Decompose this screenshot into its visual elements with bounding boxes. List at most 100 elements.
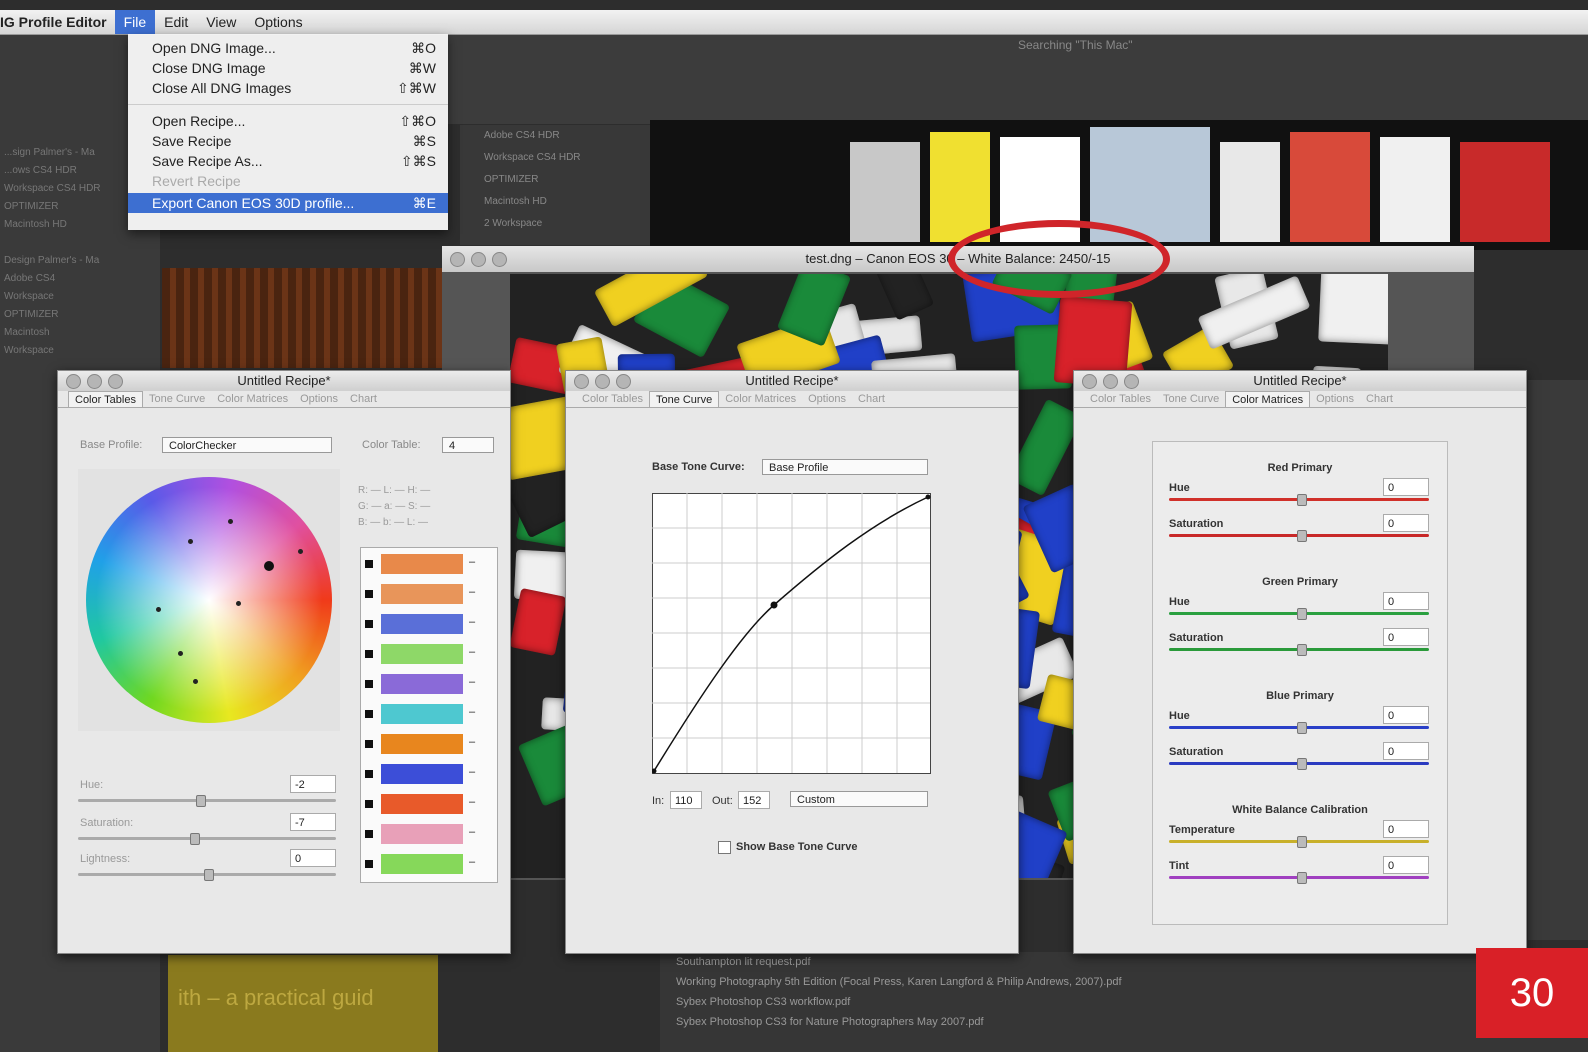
menu-item-close-dng[interactable]: Close DNG Image ⌘W [128,58,448,78]
finder-file-item[interactable]: Adobe CS4 HDR [460,125,650,147]
menu-view[interactable]: View [197,10,245,34]
window-controls[interactable] [574,374,631,389]
color-wheel[interactable] [86,477,332,723]
show-base-curve-checkbox[interactable] [718,841,731,854]
hue-field[interactable]: -2 [290,775,336,793]
zoom-icon[interactable] [1124,374,1139,389]
tab-options[interactable]: Options [1310,391,1360,407]
finder-result-row[interactable]: Sybex Photoshop CS3 for Nature Photograp… [660,1012,1588,1032]
matrix-slider[interactable] [1169,494,1429,506]
window-controls[interactable] [450,252,507,267]
window-controls[interactable] [66,374,123,389]
remove-swatch-icon[interactable]: – [469,736,475,748]
menu-item-open-recipe[interactable]: Open Recipe... ⇧⌘O [128,111,448,131]
swatch-select-icon[interactable] [365,590,373,598]
tab-chart[interactable]: Chart [1360,391,1399,407]
tab-color-tables[interactable]: Color Tables [1084,391,1157,407]
menu-item-open-dng[interactable]: Open DNG Image... ⌘O [128,38,448,58]
swatch-select-icon[interactable] [365,560,373,568]
menu-edit[interactable]: Edit [155,10,197,34]
finder-sidebar-item[interactable]: Macintosh [0,324,160,342]
finder-sidebar-item[interactable]: Design Palmer's - Ma [0,252,160,270]
zoom-icon[interactable] [492,252,507,267]
matrix-slider[interactable] [1169,836,1429,848]
finder-result-row[interactable]: Working Photography 5th Edition (Focal P… [660,972,1588,992]
matrix-slider[interactable] [1169,530,1429,542]
menu-file[interactable]: File [114,10,156,34]
remove-swatch-icon[interactable]: – [469,676,475,688]
close-icon[interactable] [1082,374,1097,389]
lightness-field[interactable]: 0 [290,849,336,867]
finder-file-item[interactable]: OPTIMIZER [460,169,650,191]
base-profile-select[interactable]: ColorChecker [162,437,332,453]
base-tone-curve-select[interactable]: Base Profile [762,459,928,475]
matrix-value-field[interactable]: 0 [1383,628,1429,646]
swatch-select-icon[interactable] [365,710,373,718]
menu-item-export-profile[interactable]: Export Canon EOS 30D profile... ⌘E [128,193,448,213]
swatch-row[interactable]: – [365,614,475,636]
menu-options[interactable]: Options [245,10,311,34]
matrix-slider[interactable] [1169,644,1429,656]
remove-swatch-icon[interactable]: – [469,796,475,808]
remove-swatch-icon[interactable]: – [469,616,475,628]
lightness-slider[interactable] [78,869,336,881]
swatch-select-icon[interactable] [365,860,373,868]
finder-sidebar-item[interactable]: Adobe CS4 [0,270,160,288]
swatch-row[interactable]: – [365,854,475,876]
close-icon[interactable] [450,252,465,267]
tab-tone-curve[interactable]: Tone Curve [648,391,720,407]
tab-options[interactable]: Options [802,391,852,407]
swatch-row[interactable]: – [365,674,475,696]
minimize-icon[interactable] [595,374,610,389]
saturation-slider[interactable] [78,833,336,845]
out-field[interactable]: 152 [738,791,770,809]
remove-swatch-icon[interactable]: – [469,766,475,778]
zoom-icon[interactable] [108,374,123,389]
remove-swatch-icon[interactable]: – [469,706,475,718]
window-controls[interactable] [1082,374,1139,389]
zoom-icon[interactable] [616,374,631,389]
matrix-value-field[interactable]: 0 [1383,514,1429,532]
saturation-field[interactable]: -7 [290,813,336,831]
tab-tone-curve[interactable]: Tone Curve [1157,391,1225,407]
tab-color-tables[interactable]: Color Tables [68,391,143,407]
matrix-value-field[interactable]: 0 [1383,820,1429,838]
tab-color-matrices[interactable]: Color Matrices [1225,391,1311,407]
swatch-row[interactable]: – [365,584,475,606]
hue-slider[interactable] [78,795,336,807]
finder-file-item[interactable]: Workspace CS4 HDR [460,147,650,169]
swatch-select-icon[interactable] [365,770,373,778]
matrix-value-field[interactable]: 0 [1383,856,1429,874]
matrix-value-field[interactable]: 0 [1383,742,1429,760]
menu-item-save-recipe-as[interactable]: Save Recipe As... ⇧⌘S [128,151,448,171]
matrix-slider[interactable] [1169,872,1429,884]
in-field[interactable]: 110 [670,791,702,809]
finder-sidebar-item[interactable]: OPTIMIZER [0,306,160,324]
tab-color-tables[interactable]: Color Tables [576,391,649,407]
menu-item-close-all[interactable]: Close All DNG Images ⇧⌘W [128,78,448,98]
remove-swatch-icon[interactable]: – [469,856,475,868]
remove-swatch-icon[interactable]: – [469,826,475,838]
remove-swatch-icon[interactable]: – [469,586,475,598]
swatch-row[interactable]: – [365,824,475,846]
swatch-select-icon[interactable] [365,740,373,748]
finder-sidebar-item[interactable] [0,234,160,252]
finder-file-item[interactable]: Macintosh HD [460,191,650,213]
swatch-row[interactable]: – [365,734,475,756]
tab-tone-curve[interactable]: Tone Curve [143,391,211,407]
tab-color-matrices[interactable]: Color Matrices [719,391,802,407]
color-table-select[interactable]: 4 [442,437,494,453]
swatch-row[interactable]: – [365,794,475,816]
swatch-row[interactable]: – [365,554,475,576]
finder-file-item[interactable]: 2 Workspace [460,213,650,235]
tone-curve-graph[interactable] [652,493,932,775]
finder-sidebar-item[interactable]: Workspace [0,342,160,360]
swatch-row[interactable]: – [365,704,475,726]
swatch-select-icon[interactable] [365,830,373,838]
matrix-slider[interactable] [1169,758,1429,770]
swatch-select-icon[interactable] [365,680,373,688]
curve-mode-select[interactable]: Custom [790,791,928,807]
swatch-select-icon[interactable] [365,800,373,808]
minimize-icon[interactable] [87,374,102,389]
tab-chart[interactable]: Chart [852,391,891,407]
